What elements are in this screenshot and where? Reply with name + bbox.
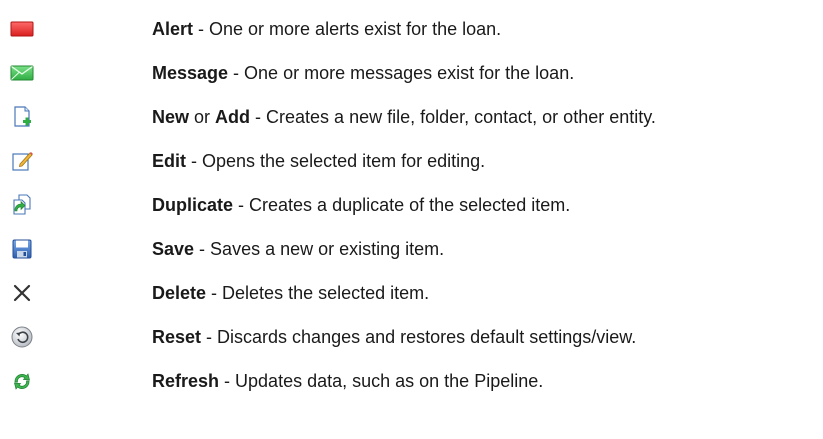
legend-row-edit: Edit - Opens the selected item for editi… bbox=[0, 139, 823, 183]
icon-legend: Alert - One or more alerts exist for the… bbox=[0, 0, 823, 439]
legend-row-refresh: Refresh - Updates data, such as on the P… bbox=[0, 359, 823, 403]
legend-text-alert: Alert - One or more alerts exist for the… bbox=[152, 19, 502, 39]
legend-text-edit: Edit - Opens the selected item for editi… bbox=[152, 151, 486, 171]
legend-term: Duplicate bbox=[152, 195, 234, 215]
legend-description: Saves a new or existing item. bbox=[210, 239, 445, 259]
legend-description: One or more messages exist for the loan. bbox=[244, 63, 575, 83]
legend-term: Edit bbox=[152, 151, 186, 171]
legend-text-delete: Delete - Deletes the selected item. bbox=[152, 283, 430, 303]
legend-description: Updates data, such as on the Pipeline. bbox=[235, 371, 544, 391]
legend-term: New bbox=[152, 107, 190, 127]
legend-row-message: Message - One or more messages exist for… bbox=[0, 51, 823, 95]
legend-text-refresh: Refresh - Updates data, such as on the P… bbox=[152, 371, 544, 391]
message-icon bbox=[10, 65, 34, 81]
legend-term: Message bbox=[152, 63, 229, 83]
legend-row-save: Save - Saves a new or existing item. bbox=[0, 227, 823, 271]
legend-text-save: Save - Saves a new or existing item. bbox=[152, 239, 445, 259]
legend-row-alert: Alert - One or more alerts exist for the… bbox=[0, 7, 823, 51]
legend-text-duplicate: Duplicate - Creates a duplicate of the s… bbox=[152, 195, 571, 215]
edit-icon bbox=[12, 152, 33, 171]
legend-term: Delete bbox=[152, 283, 207, 303]
legend-text-reset: Reset - Discards changes and restores de… bbox=[152, 327, 637, 347]
delete-icon bbox=[13, 284, 31, 302]
refresh-icon bbox=[14, 373, 30, 390]
reset-icon bbox=[11, 326, 33, 348]
legend-text-new: New or Add - Creates a new file, folder,… bbox=[152, 107, 656, 127]
legend-description: Deletes the selected item. bbox=[222, 283, 430, 303]
legend-description: Creates a duplicate of the selected item… bbox=[249, 195, 571, 215]
legend-description: Creates a new file, folder, contact, or … bbox=[266, 107, 656, 127]
new-file-icon bbox=[14, 106, 31, 127]
legend-term: Save bbox=[152, 239, 195, 259]
save-icon bbox=[12, 239, 32, 259]
legend-text-message: Message - One or more messages exist for… bbox=[152, 63, 575, 83]
legend-term: Alert bbox=[152, 19, 194, 39]
legend-term: Refresh bbox=[152, 371, 220, 391]
legend-description: Opens the selected item for editing. bbox=[202, 151, 486, 171]
legend-description: One or more alerts exist for the loan. bbox=[209, 19, 502, 39]
legend-term: Reset bbox=[152, 327, 202, 347]
legend-row-new: New or Add - Creates a new file, folder,… bbox=[0, 95, 823, 139]
alert-icon bbox=[10, 21, 34, 37]
legend-description: Discards changes and restores default se… bbox=[217, 327, 637, 347]
legend-row-duplicate: Duplicate - Creates a duplicate of the s… bbox=[0, 183, 823, 227]
duplicate-icon bbox=[13, 194, 31, 215]
legend-row-reset: Reset - Discards changes and restores de… bbox=[0, 315, 823, 359]
legend-term-2: Add bbox=[215, 107, 251, 127]
legend-row-delete: Delete - Deletes the selected item. bbox=[0, 271, 823, 315]
